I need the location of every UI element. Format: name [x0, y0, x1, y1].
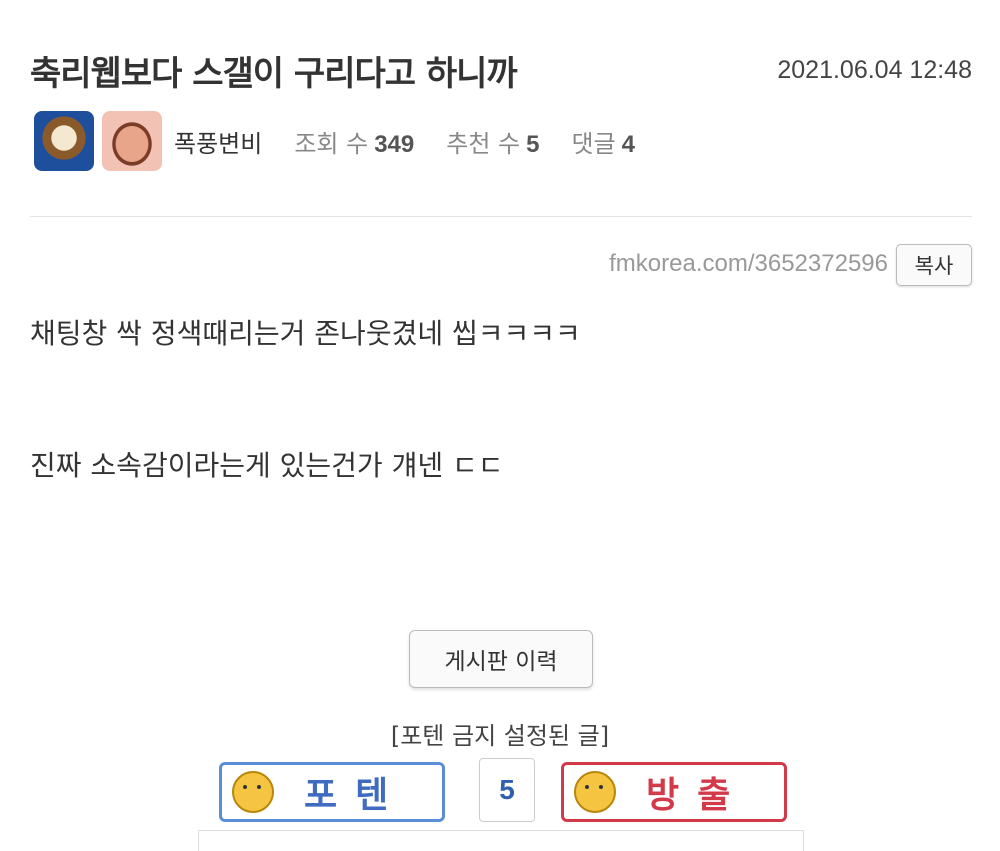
post-body-line: 진짜 소속감이라는게 있는건가 걔넨 ㄷㄷ	[30, 449, 504, 482]
author-profile-icon[interactable]	[102, 111, 162, 171]
thumbs-up-face-icon	[232, 771, 274, 813]
next-section-box	[198, 830, 804, 851]
downvote-button[interactable]: 방출	[561, 762, 787, 822]
board-history-button[interactable]: 게시판 이력	[409, 630, 593, 688]
recommend-count: 추천 수5	[446, 129, 540, 158]
vote-count: 5	[479, 758, 535, 822]
thumbs-down-face-icon	[574, 771, 616, 813]
divider	[30, 216, 972, 217]
copy-url-button[interactable]: 복사	[896, 244, 972, 286]
view-count: 조회 수 349	[294, 129, 415, 158]
post-body-line: 채팅창 싹 정색때리는거 존나웃겼네 씹ㅋㅋㅋㅋ	[30, 317, 581, 350]
author-avatar-icon[interactable]	[34, 111, 94, 171]
post-title: 축리웹보다 스갤이 구리다고 하니까	[30, 54, 518, 94]
upvote-label: 포텐	[304, 775, 407, 816]
upvote-button[interactable]: 포텐	[219, 762, 445, 822]
comment-count[interactable]: 댓글 4	[571, 124, 635, 159]
potten-ban-notice: [포텐 금지 설정된 글]	[390, 722, 610, 750]
downvote-label: 방출	[646, 775, 749, 816]
post-date: 2021.06.04 12:48	[777, 56, 972, 84]
post-url: fmkorea.com/3652372596	[609, 250, 888, 277]
post-meta: 폭풍변비 조회 수 349 추천 수5 댓글 4	[34, 110, 667, 172]
author-name[interactable]: 폭풍변비	[174, 124, 262, 159]
